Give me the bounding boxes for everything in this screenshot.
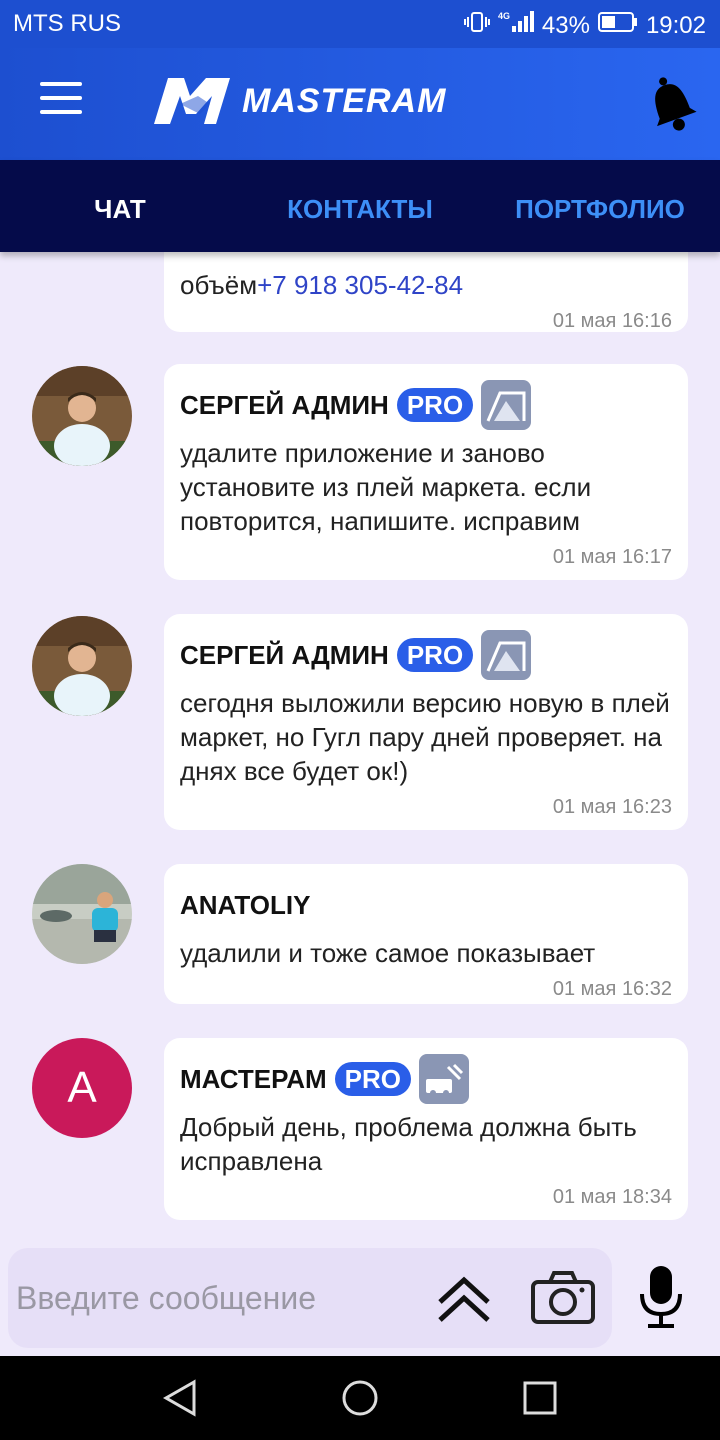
repair-service-icon — [418, 1054, 469, 1104]
hamburger-menu-icon[interactable] — [40, 82, 88, 126]
vibrate-icon — [463, 10, 490, 41]
pro-badge: PRO — [334, 1062, 411, 1096]
message-input[interactable] — [16, 1268, 416, 1328]
back-icon[interactable] — [160, 1378, 200, 1423]
tab-contacts[interactable]: КОНТАКТЫ — [240, 160, 480, 252]
tab-chat[interactable]: ЧАТ — [0, 160, 240, 252]
message-text-fragment: объём — [180, 270, 258, 300]
battery-percent: 43% — [541, 11, 590, 39]
message-time: 01 мая 16:17 — [552, 546, 672, 568]
message-time: 01 мая 16:32 — [552, 978, 672, 1000]
home-icon[interactable] — [340, 1378, 380, 1423]
sender-name[interactable]: СЕРГЕЙ АДМИН — [180, 640, 389, 671]
masteram-logo: MASTERAM — [150, 74, 446, 128]
camera-icon[interactable] — [530, 1268, 596, 1331]
message-time: 01 мая 18:34 — [552, 1186, 672, 1208]
message-bubble: СЕРГЕЙ АДМИН PRO удалите приложение и за… — [164, 364, 688, 580]
message-text: сегодня выложили версию новую в плей мар… — [180, 688, 670, 786]
phone-link[interactable]: +7 918 305-42-84 — [257, 270, 463, 300]
message-text: Добрый день, проблема должна быть исправ… — [180, 1112, 637, 1176]
roof-category-icon — [481, 630, 532, 680]
logo-mark-icon — [154, 78, 230, 124]
message-text: удалили и тоже самое показывает — [180, 938, 596, 968]
message-bubble-partial: объём+7 918 305-42-84 01 мая 16:16 — [164, 252, 688, 332]
status-indicators: 4G 43% 19:02 — [463, 10, 706, 41]
message-time: 01 мая 16:23 — [552, 796, 672, 818]
message-text: удалите приложение и заново установите и… — [180, 438, 592, 536]
system-nav-bar — [0, 1356, 720, 1440]
battery-icon — [597, 11, 638, 40]
message-bubble: СЕРГЕЙ АДМИН PRO сегодня выложили версию… — [164, 614, 688, 830]
status-bar: MTS RUS 4G 43% 19:02 — [0, 0, 720, 48]
sender-name[interactable]: СЕРГЕЙ АДМИН — [180, 390, 389, 421]
sender-name[interactable]: ANATOLIY — [180, 890, 310, 921]
app-bar: MASTERAM — [0, 48, 720, 160]
message-text: объём+7 918 305-42-84 — [180, 268, 672, 302]
logo-text: MASTERAM — [242, 81, 447, 120]
avatar[interactable] — [32, 366, 132, 466]
message-time: 01 мая 16:16 — [552, 310, 672, 332]
sender-row: МАСТЕРАМ PRO — [180, 1054, 672, 1104]
message-bubble: ANATOLIY удалили и тоже самое показывает… — [164, 864, 688, 1004]
microphone-icon[interactable] — [636, 1262, 686, 1337]
sender-row: ANATOLIY — [180, 880, 672, 930]
chevron-up-icon[interactable] — [434, 1272, 494, 1331]
message-bubble: МАСТЕРАМ PRO Добрый день, проблема должн… — [164, 1038, 688, 1220]
tab-bar: ЧАТ КОНТАКТЫ ПОРТФОЛИО — [0, 160, 720, 252]
chat-messages[interactable]: объём+7 918 305-42-84 01 мая 16:16 СЕРГЕ… — [0, 252, 720, 1240]
tab-portfolio[interactable]: ПОРТФОЛИО — [480, 160, 720, 252]
sender-row: СЕРГЕЙ АДМИН PRO — [180, 380, 672, 430]
avatar-letter[interactable]: A — [32, 1038, 132, 1138]
pro-badge: PRO — [396, 638, 474, 672]
message-input-bar — [0, 1240, 720, 1356]
message-input-container — [8, 1248, 612, 1348]
network-type-label: 4G — [498, 11, 510, 21]
clock: 19:02 — [645, 11, 706, 39]
bell-icon[interactable] — [642, 72, 700, 139]
sender-name[interactable]: МАСТЕРАМ — [180, 1064, 327, 1095]
sender-row: СЕРГЕЙ АДМИН PRO — [180, 630, 672, 680]
avatar[interactable] — [32, 616, 132, 716]
pro-badge: PRO — [396, 388, 474, 422]
recents-icon[interactable] — [522, 1378, 558, 1423]
signal-icon: 4G — [498, 10, 534, 41]
roof-category-icon — [481, 380, 532, 430]
carrier-name: MTS RUS — [13, 10, 121, 37]
avatar[interactable] — [32, 864, 132, 964]
